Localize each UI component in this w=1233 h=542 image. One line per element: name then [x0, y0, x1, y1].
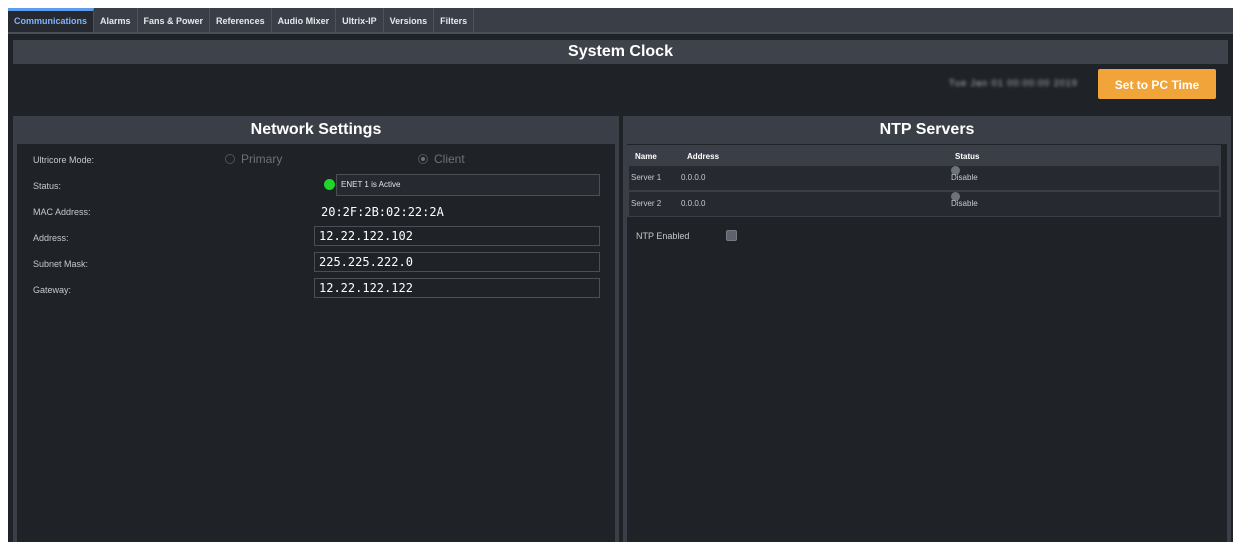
ntp-servers-title: NTP Servers	[879, 121, 975, 138]
tab-ultrix-ip[interactable]: Ultrix-IP	[336, 8, 384, 32]
radio-client-label: Client	[434, 152, 465, 166]
tab-filters[interactable]: Filters	[434, 8, 475, 32]
radio-primary-label: Primary	[241, 152, 283, 166]
tab-audio-mixer[interactable]: Audio Mixer	[272, 8, 337, 32]
table-row[interactable]: Server 1 0.0.0.0 Disable	[629, 166, 1219, 190]
tab-fans-power[interactable]: Fans & Power	[138, 8, 211, 32]
ntp-table-header: Name Address Status	[629, 147, 1219, 165]
network-settings-title: Network Settings	[250, 121, 382, 138]
status-led-icon	[324, 179, 335, 190]
tab-communications[interactable]: Communications	[8, 8, 95, 32]
tab-bar: Communications Alarms Fans & Power Refer…	[8, 8, 1233, 34]
network-settings-body	[17, 144, 615, 542]
row-name: Server 2	[631, 199, 662, 208]
row-status-label: Disable	[951, 199, 978, 208]
column-address: Address	[687, 152, 720, 161]
tab-references[interactable]: References	[210, 8, 272, 32]
set-to-pc-time-button[interactable]: Set to PC Time	[1098, 69, 1216, 99]
gateway-input[interactable]: 12.22.122.122	[314, 278, 600, 298]
radio-primary[interactable]: Primary	[225, 152, 282, 166]
subnet-mask-label: Subnet Mask:	[33, 259, 89, 269]
row-address: 0.0.0.0	[681, 173, 706, 182]
ntp-enabled-label: NTP Enabled	[636, 231, 690, 241]
row-status-label: Disable	[951, 173, 978, 182]
tab-versions[interactable]: Versions	[384, 8, 435, 32]
radio-primary-indicator	[225, 154, 235, 164]
mac-address-label: MAC Address:	[33, 207, 91, 217]
address-label: Address:	[33, 233, 69, 243]
ultricore-mode-label: Ultricore Mode:	[33, 155, 95, 165]
address-input[interactable]: 12.22.122.102	[314, 226, 600, 246]
radio-client[interactable]: Client	[418, 152, 465, 166]
table-row[interactable]: Server 2 0.0.0.0 Disable	[629, 192, 1219, 216]
mac-address-value: 20:2F:2B:02:22:2A	[321, 205, 444, 219]
ntp-servers-table: Name Address Status Server 1 0.0.0.0 Dis…	[627, 145, 1221, 217]
tab-alarms[interactable]: Alarms	[94, 8, 138, 32]
gateway-label: Gateway:	[33, 285, 72, 295]
system-clock-title: System Clock	[13, 40, 1228, 64]
column-status: Status	[955, 152, 980, 161]
radio-client-indicator	[418, 154, 428, 164]
status-label: Status:	[33, 181, 62, 191]
system-clock-time: Tue Jan 01 00:00:00 2019	[949, 78, 1078, 88]
ntp-enabled-checkbox[interactable]	[726, 230, 737, 241]
column-name: Name	[635, 152, 657, 161]
row-name: Server 1	[631, 173, 662, 182]
status-value: ENET 1 is Active	[336, 174, 600, 196]
app-window: Communications Alarms Fans & Power Refer…	[8, 8, 1233, 542]
subnet-mask-input[interactable]: 225.225.222.0	[314, 252, 600, 272]
row-address: 0.0.0.0	[681, 199, 706, 208]
